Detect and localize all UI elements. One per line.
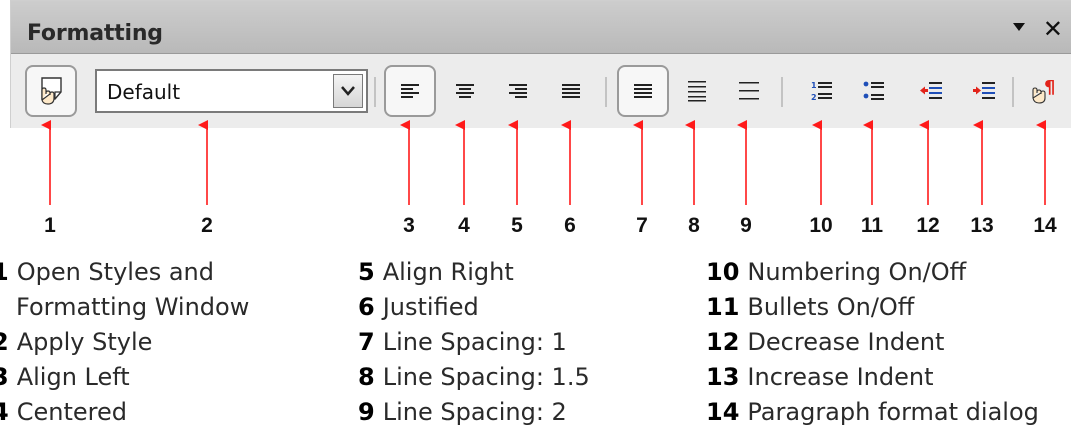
legend-label: Open Styles and [16, 258, 214, 286]
legend-item: 5 Align Right [358, 255, 590, 290]
legend-number: 7 [358, 328, 375, 356]
legend-label: Line Spacing: 1.5 [382, 363, 590, 391]
callout-number-8: 8 [688, 214, 700, 237]
legend-item: 3 Align Left [0, 360, 249, 395]
legend-item-continuation: Formatting Window [0, 290, 249, 325]
legend-column-2: 5 Align Right 6 Justified 7 Line Spacing: 1… [358, 255, 590, 430]
legend-number: 4 [0, 398, 9, 426]
legend-label: Line Spacing: 2 [382, 398, 567, 426]
legend-item: 4 Centered [0, 395, 249, 430]
legend-number: 12 [706, 328, 740, 356]
legend-number: 10 [706, 258, 740, 286]
callout-number-11: 11 [860, 214, 884, 237]
legend-item: 11 Bullets On/Off [706, 290, 1039, 325]
legend-number: 1 [0, 258, 9, 286]
legend-label: Centered [16, 398, 127, 426]
legend-label: Bullets On/Off [747, 293, 915, 321]
legend-item: 14 Paragraph format dialog [706, 395, 1039, 430]
legend-label: Formatting Window [16, 293, 250, 321]
legend-label: Justified [382, 293, 479, 321]
legend-label: Align Right [382, 258, 514, 286]
legend-label: Increase Indent [747, 363, 934, 391]
legend-item: 8 Line Spacing: 1.5 [358, 360, 590, 395]
legend-item: 13 Increase Indent [706, 360, 1039, 395]
callout-number-1: 1 [44, 214, 56, 237]
callout-number-14: 14 [1033, 214, 1057, 237]
legend-label: Paragraph format dialog [747, 398, 1039, 426]
legend-item: 2 Apply Style [0, 325, 249, 360]
legend-column-3: 10 Numbering On/Off 11 Bullets On/Off 12 De… [706, 255, 1039, 430]
legend-item: 12 Decrease Indent [706, 325, 1039, 360]
legend-label: Align Left [16, 363, 130, 391]
callout-number-10: 10 [809, 214, 833, 237]
legend-item: 10 Numbering On/Off [706, 255, 1039, 290]
legend-number: 9 [358, 398, 375, 426]
legend-item: 9 Line Spacing: 2 [358, 395, 590, 430]
legend-number: 5 [358, 258, 375, 286]
callout-number-13: 13 [970, 214, 994, 237]
legend-number: 13 [706, 363, 740, 391]
legend-column-1: 1 Open Styles and Formatting Window 2 Appl… [0, 255, 249, 430]
callout-number-9: 9 [740, 214, 752, 237]
legend-number: 6 [358, 293, 375, 321]
callout-number-6: 6 [564, 214, 576, 237]
legend-label: Numbering On/Off [747, 258, 967, 286]
legend-item: 7 Line Spacing: 1 [358, 325, 590, 360]
callout-number-12: 12 [916, 214, 940, 237]
legend-number: 3 [0, 363, 9, 391]
legend-number: 8 [358, 363, 375, 391]
legend-label: Line Spacing: 1 [382, 328, 567, 356]
legend-item: 1 Open Styles and [0, 255, 249, 290]
legend-number: 2 [0, 328, 9, 356]
legend-label: Decrease Indent [747, 328, 945, 356]
legend-number: 14 [706, 398, 740, 426]
legend-item: 6 Justified [358, 290, 590, 325]
callout-number-2: 2 [201, 214, 213, 237]
callout-number-3: 3 [403, 214, 415, 237]
legend-label: Apply Style [16, 328, 153, 356]
callout-number-5: 5 [511, 214, 523, 237]
callout-number-4: 4 [458, 214, 470, 237]
callout-number-7: 7 [636, 214, 648, 237]
legend-number: 11 [706, 293, 740, 321]
